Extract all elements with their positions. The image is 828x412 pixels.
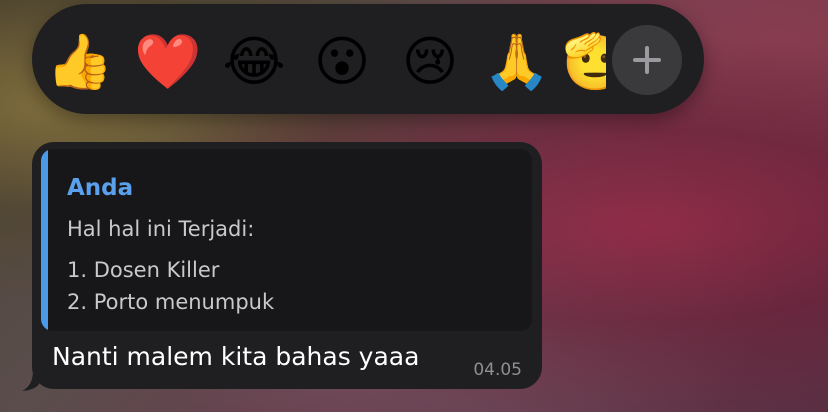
red-heart-reaction[interactable]: ❤️ [134,30,201,94]
plus-icon [633,46,661,74]
message-text: Nanti malem kita bahas yaaa [52,342,420,371]
message-bubble[interactable]: Anda Hal hal ini Terjadi: 1. Dosen Kille… [32,142,542,389]
quote-accent-bar [41,149,48,331]
face-with-open-mouth-reaction[interactable]: 😮 [310,30,374,94]
add-reaction-button[interactable] [612,25,682,95]
reaction-bar: 👍 ❤️ 😂 😮 😢 🙏 🫡 [32,4,704,114]
quote-author: Anda [67,175,134,201]
quote-line: Hal hal ini Terjadi: [67,217,255,241]
quoted-message[interactable]: Anda Hal hal ini Terjadi: 1. Dosen Kille… [41,149,532,331]
quote-line: 2. Porto menumpuk [67,290,275,314]
face-with-tears-of-joy-reaction[interactable]: 😂 [222,30,286,94]
folded-hands-reaction[interactable]: 🙏 [483,30,550,94]
message-timestamp: 04.05 [473,360,522,380]
quote-line: 1. Dosen Killer [67,258,220,282]
thumbs-up-reaction[interactable]: 👍 [46,30,113,94]
crying-face-reaction[interactable]: 😢 [398,30,462,94]
